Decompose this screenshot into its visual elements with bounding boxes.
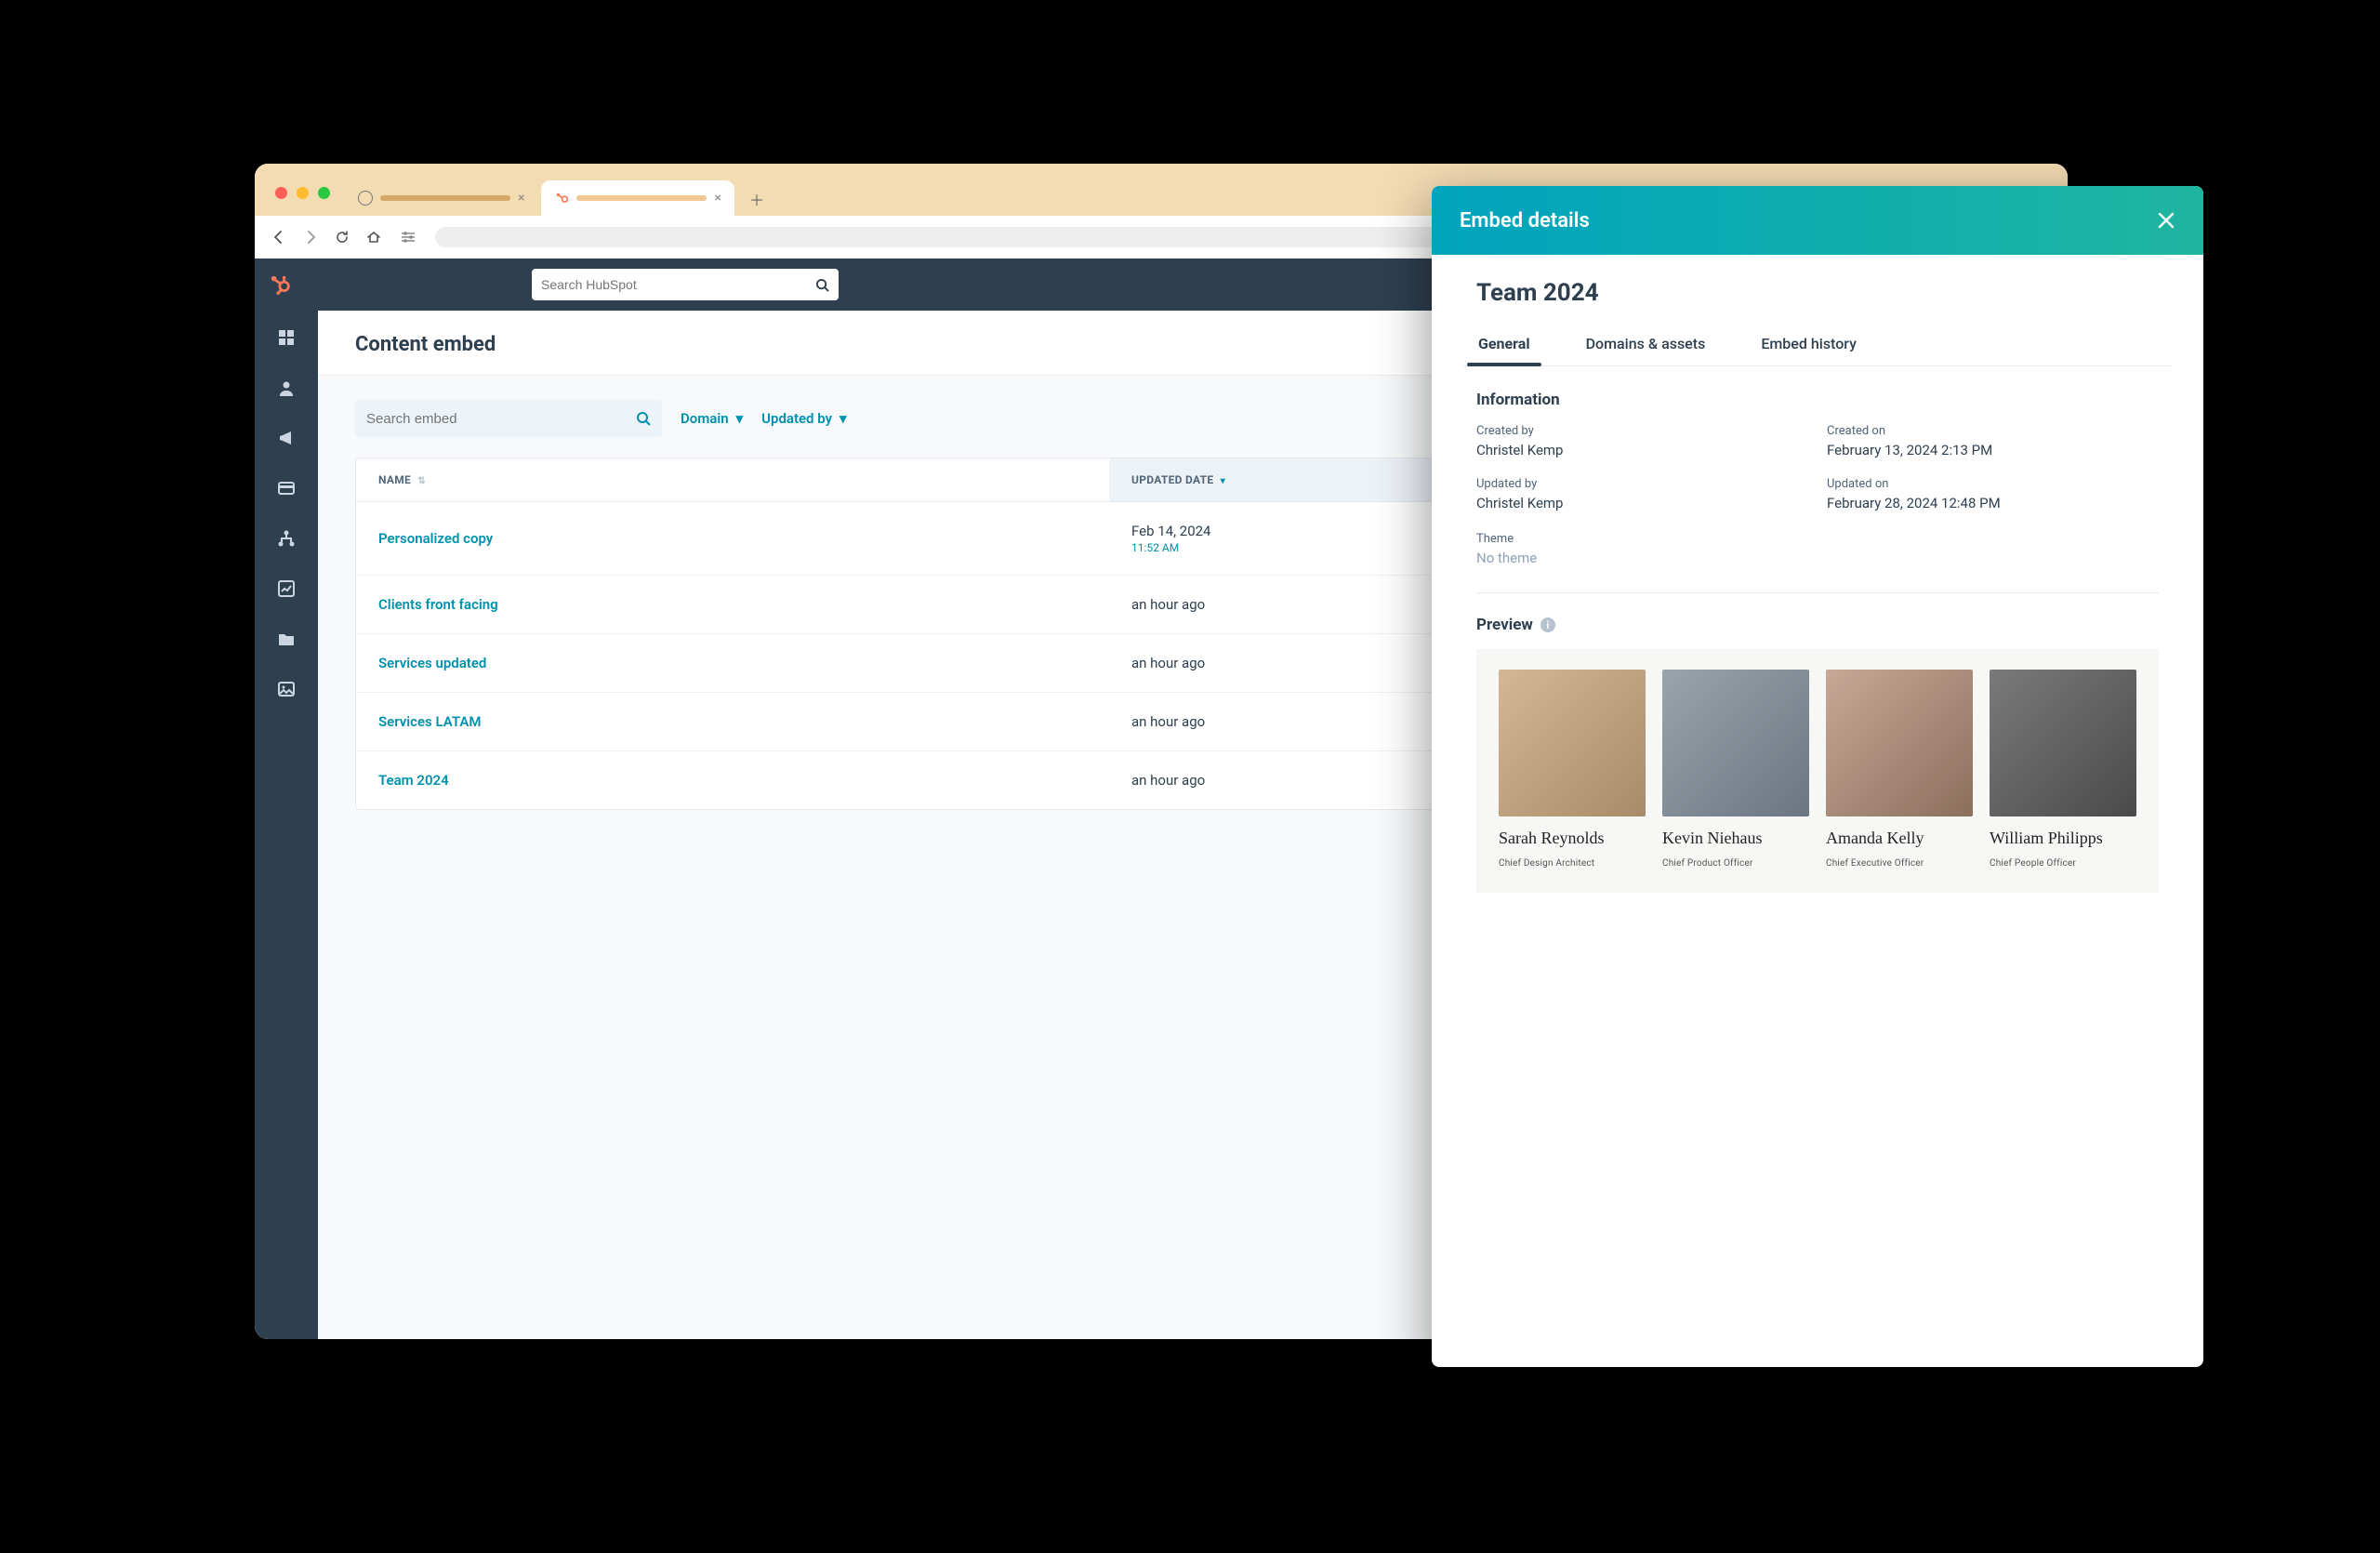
close-icon[interactable]: × — [518, 191, 524, 206]
filter-domain[interactable]: Domain ▾ — [681, 410, 743, 427]
created-on-value: February 13, 2024 2:13 PM — [1827, 442, 2159, 458]
embed-search[interactable] — [355, 400, 662, 437]
browser-tab-1[interactable]: × — [345, 180, 537, 216]
image-icon[interactable] — [276, 679, 297, 699]
panel-entity-title: Team 2024 — [1476, 279, 2159, 307]
panel-body: Team 2024 General Domains & assets Embed… — [1432, 255, 2203, 921]
created-on-label: Created on — [1827, 424, 2159, 438]
user-icon[interactable] — [276, 378, 297, 398]
info-theme: Theme No theme — [1476, 532, 2159, 566]
tab-general[interactable]: General — [1476, 325, 1532, 365]
col-name-label: NAME — [378, 473, 411, 486]
home-icon[interactable] — [366, 230, 381, 245]
person-name: Sarah Reynolds — [1499, 828, 1646, 849]
embed-name[interactable]: Clients front facing — [378, 596, 498, 613]
person-role: Chief Executive Officer — [1826, 858, 1973, 869]
updated-by-value: Christel Kemp — [1476, 495, 1808, 511]
info-icon[interactable]: i — [1540, 617, 1555, 632]
updated-on-label: Updated on — [1827, 477, 2159, 491]
window-zoom-icon[interactable] — [318, 187, 330, 199]
new-tab-button[interactable]: ＋ — [744, 186, 770, 212]
caret-down-icon: ▾ — [736, 410, 744, 427]
preview-person: William Philipps Chief People Officer — [1990, 670, 2136, 869]
sidebar — [255, 311, 318, 1339]
updated-by-label: Updated by — [1476, 477, 1808, 491]
hubspot-icon — [554, 191, 569, 206]
caret-down-icon: ▾ — [840, 410, 847, 427]
hierarchy-icon[interactable] — [276, 528, 297, 549]
window-close-icon[interactable] — [275, 187, 287, 199]
theme-value: No theme — [1476, 550, 2159, 566]
forward-icon[interactable] — [303, 230, 318, 245]
close-icon[interactable]: × — [714, 191, 721, 206]
hubspot-logo-icon[interactable] — [270, 274, 290, 295]
created-by-value: Christel Kemp — [1476, 442, 1808, 458]
theme-label: Theme — [1476, 532, 2159, 546]
sort-desc-icon: ▾ — [1221, 476, 1225, 486]
embed-name[interactable]: Team 2024 — [378, 772, 449, 789]
embed-detail-panel: Embed details Team 2024 General Domains … — [1432, 186, 2203, 1367]
reload-icon[interactable] — [335, 230, 350, 245]
person-role: Chief Product Officer — [1662, 858, 1809, 869]
info-updated-by: Updated by Christel Kemp — [1476, 477, 1808, 511]
embed-search-input[interactable] — [366, 411, 627, 427]
col-updated-date-label: UPDATED DATE — [1131, 473, 1213, 486]
folder-icon[interactable] — [276, 629, 297, 649]
panel-header-title: Embed details — [1460, 209, 1590, 232]
person-name: Kevin Niehaus — [1662, 828, 1809, 849]
preview-card: Sarah Reynolds Chief Design Architect Ke… — [1476, 649, 2159, 893]
tab-domains-assets[interactable]: Domains & assets — [1584, 325, 1708, 365]
person-role: Chief People Officer — [1990, 858, 2136, 869]
tab-title-placeholder — [576, 195, 707, 201]
megaphone-icon[interactable] — [276, 428, 297, 448]
tab-embed-history[interactable]: Embed history — [1759, 325, 1858, 365]
filter-updated-by-label: Updated by — [761, 410, 832, 427]
filter-updated-by[interactable]: Updated by ▾ — [761, 410, 846, 427]
embed-name[interactable]: Services LATAM — [378, 713, 481, 730]
person-role: Chief Design Architect — [1499, 858, 1646, 869]
filter-domain-label: Domain — [681, 410, 729, 427]
preview-person: Amanda Kelly Chief Executive Officer — [1826, 670, 1973, 869]
person-name: Amanda Kelly — [1826, 828, 1973, 849]
info-created-on: Created on February 13, 2024 2:13 PM — [1827, 424, 2159, 458]
grid-icon[interactable] — [276, 327, 297, 348]
embed-name[interactable]: Services updated — [378, 655, 486, 671]
search-icon[interactable] — [815, 278, 829, 292]
preview-person: Sarah Reynolds Chief Design Architect — [1499, 670, 1646, 869]
window-minimize-icon[interactable] — [297, 187, 309, 199]
card-icon[interactable] — [276, 478, 297, 498]
preview-person: Kevin Niehaus Chief Product Officer — [1662, 670, 1809, 869]
panel-header: Embed details — [1432, 186, 2203, 255]
preview-label: Preview — [1476, 616, 1533, 634]
chart-icon[interactable] — [276, 578, 297, 599]
site-settings-icon[interactable] — [398, 228, 418, 246]
created-by-label: Created by — [1476, 424, 1808, 438]
window-controls — [275, 187, 330, 199]
info-created-by: Created by Christel Kemp — [1476, 424, 1808, 458]
embed-name[interactable]: Personalized copy — [378, 530, 493, 547]
global-search[interactable] — [532, 269, 839, 300]
sort-icon: ⇅ — [417, 476, 426, 486]
globe-icon — [358, 191, 373, 206]
back-icon[interactable] — [271, 230, 286, 245]
information-heading: Information — [1476, 391, 2159, 409]
info-grid: Created by Christel Kemp Created on Febr… — [1476, 424, 2159, 511]
browser-tab-2[interactable]: × — [541, 180, 734, 216]
search-icon[interactable] — [636, 411, 651, 426]
avatar — [1662, 670, 1809, 816]
tab-title-placeholder — [380, 195, 510, 201]
global-search-input[interactable] — [541, 277, 808, 292]
avatar — [1990, 670, 2136, 816]
divider — [1476, 592, 2159, 593]
updated-on-value: February 28, 2024 12:48 PM — [1827, 495, 2159, 511]
person-name: William Philipps — [1990, 828, 2136, 849]
avatar — [1826, 670, 1973, 816]
panel-tabs: General Domains & assets Embed history — [1463, 325, 2172, 366]
info-updated-on: Updated on February 28, 2024 12:48 PM — [1827, 477, 2159, 511]
preview-heading: Preview i — [1476, 616, 2159, 634]
avatar — [1499, 670, 1646, 816]
close-icon[interactable] — [2157, 211, 2175, 230]
col-name[interactable]: NAME ⇅ — [356, 458, 1109, 502]
